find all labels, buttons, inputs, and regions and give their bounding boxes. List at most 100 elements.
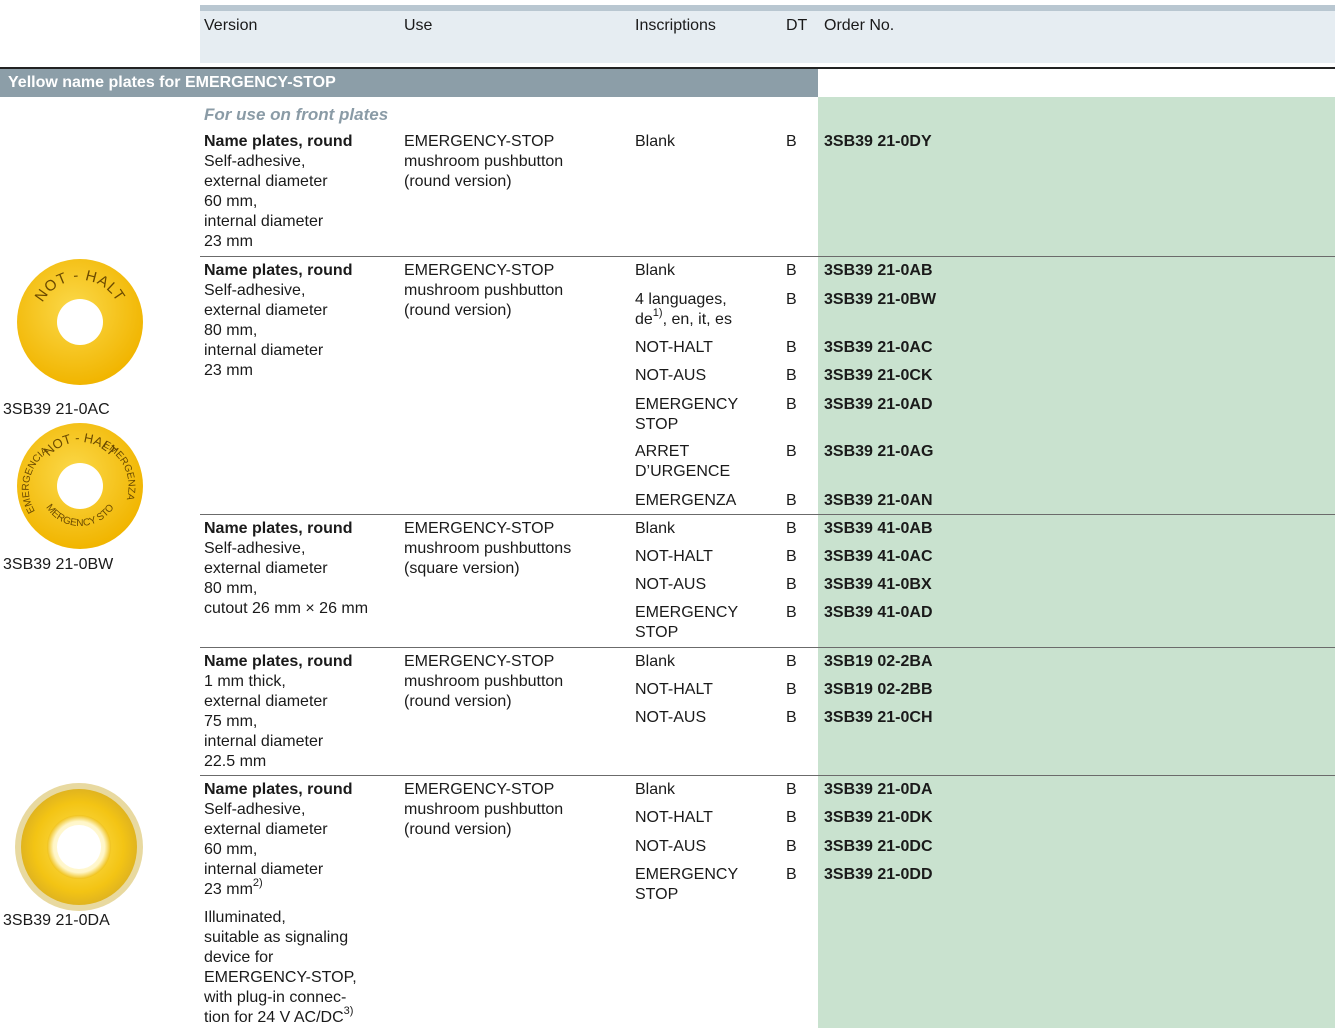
inscription: EMERGENCY <box>635 604 739 621</box>
dt-value: B <box>786 291 797 308</box>
order-number: 3SB19 02-2BA <box>824 653 933 670</box>
order-number: 3SB39 21-0AC <box>824 339 933 356</box>
header-version: Version <box>204 17 258 34</box>
dt-value: B <box>786 576 797 593</box>
order-number: 3SB19 02-2BB <box>824 681 933 698</box>
row-separator <box>200 514 1335 515</box>
version-desc: 80 mm, <box>204 580 258 597</box>
version-desc: 60 mm, <box>204 193 258 210</box>
version-desc: 23 mm <box>204 362 253 379</box>
version-desc: external diameter <box>204 173 328 190</box>
version-desc: Self-adhesive, <box>204 282 306 299</box>
inscription: ARRET <box>635 443 690 460</box>
version-extra: suitable as signaling <box>204 929 349 946</box>
version-desc: 75 mm, <box>204 713 258 730</box>
dt-value: B <box>786 443 797 460</box>
inscription-part: , en, it, es <box>662 311 732 328</box>
order-number: 3SB39 21-0DA <box>824 781 933 798</box>
order-number: 3SB39 21-0DC <box>824 838 933 855</box>
version-extra: EMERGENCY-STOP, <box>204 969 357 986</box>
version-desc: external diameter <box>204 693 328 710</box>
version-title: Name plates, round <box>204 133 353 150</box>
image-caption: 3SB39 21-0AC <box>3 401 110 418</box>
version-desc: external diameter <box>204 560 328 577</box>
use-text: mushroom pushbutton <box>404 153 564 170</box>
use-text: (square version) <box>404 560 520 577</box>
header-use: Use <box>404 17 433 34</box>
version-title: Name plates, round <box>204 520 353 537</box>
inscription: NOT-AUS <box>635 709 707 726</box>
image-caption: 3SB39 21-0BW <box>3 556 114 573</box>
version-title: Name plates, round <box>204 653 353 670</box>
inscription: STOP <box>635 624 679 641</box>
order-number: 3SB39 41-0AD <box>824 604 933 621</box>
not-halt-plate-icon: NOT - HALT <box>16 258 144 391</box>
inscription: STOP <box>635 886 679 903</box>
version-desc: external diameter <box>204 302 328 319</box>
use-text: mushroom pushbutton <box>404 801 564 818</box>
order-number: 3SB39 21-0BW <box>824 291 937 308</box>
order-number: 3SB39 41-0AB <box>824 520 933 537</box>
inscription: Blank <box>635 262 676 279</box>
dt-value: B <box>786 520 797 537</box>
inscription: NOT-AUS <box>635 576 707 593</box>
inscription: NOT-AUS <box>635 838 707 855</box>
table-header <box>200 11 1335 63</box>
order-number: 3SB39 21-0CK <box>824 367 933 384</box>
use-text: EMERGENCY-STOP <box>404 781 555 798</box>
footnote-ref: 3) <box>343 1004 354 1017</box>
dt-value: B <box>786 781 797 798</box>
header-dt: DT <box>786 17 808 34</box>
order-number: 3SB39 21-0DY <box>824 133 932 150</box>
version-desc: 22.5 mm <box>204 753 267 770</box>
row-separator <box>200 775 1335 776</box>
dt-value: B <box>786 396 797 413</box>
use-text: (round version) <box>404 173 512 190</box>
footnote-ref: 1) <box>652 306 663 319</box>
illuminated-plate-icon <box>14 782 144 917</box>
dt-value: B <box>786 339 797 356</box>
image-caption: 3SB39 21-0DA <box>3 912 110 929</box>
header-order-no: Order No. <box>824 17 895 34</box>
use-text: (round version) <box>404 302 512 319</box>
inscription: Blank <box>635 520 676 537</box>
version-title: Name plates, round <box>204 262 353 279</box>
version-desc: 80 mm, <box>204 322 258 339</box>
inscription-part: de <box>635 311 653 328</box>
inscription: D’URGENCE <box>635 463 731 480</box>
order-number: 3SB39 21-0AG <box>824 443 934 460</box>
version-desc: internal diameter <box>204 213 324 230</box>
use-text: EMERGENCY-STOP <box>404 653 555 670</box>
subsection-title: For use on front plates <box>204 105 389 124</box>
inscription: Blank <box>635 781 676 798</box>
version-extra-part: tion for 24 V AC/DC <box>204 1009 344 1026</box>
inscription: Blank <box>635 653 676 670</box>
inscription: EMERGENZA <box>635 492 737 509</box>
version-extra: device for <box>204 949 274 966</box>
order-number: 3SB39 21-0CH <box>824 709 933 726</box>
dt-value: B <box>786 367 797 384</box>
version-desc: external diameter <box>204 821 328 838</box>
version-desc: Self-adhesive, <box>204 540 306 557</box>
dt-value: B <box>786 262 797 279</box>
dt-value: B <box>786 604 797 621</box>
dt-value: B <box>786 709 797 726</box>
use-text: mushroom pushbutton <box>404 282 564 299</box>
version-title: Name plates, round <box>204 781 353 798</box>
inscription: Blank <box>635 133 676 150</box>
inscription: STOP <box>635 416 679 433</box>
order-number: 3SB39 21-0DK <box>824 809 933 826</box>
use-text: EMERGENCY-STOP <box>404 133 555 150</box>
inscription: NOT-AUS <box>635 367 707 384</box>
dt-value: B <box>786 866 797 883</box>
dt-value: B <box>786 681 797 698</box>
version-desc: 1 mm thick, <box>204 673 286 690</box>
version-desc-part: 23 mm <box>204 881 253 898</box>
use-text: EMERGENCY-STOP <box>404 262 555 279</box>
dt-value: B <box>786 809 797 826</box>
dt-value: B <box>786 838 797 855</box>
dt-value: B <box>786 492 797 509</box>
use-text: mushroom pushbuttons <box>404 540 572 557</box>
version-desc: Self-adhesive, <box>204 153 306 170</box>
use-text: (round version) <box>404 693 512 710</box>
